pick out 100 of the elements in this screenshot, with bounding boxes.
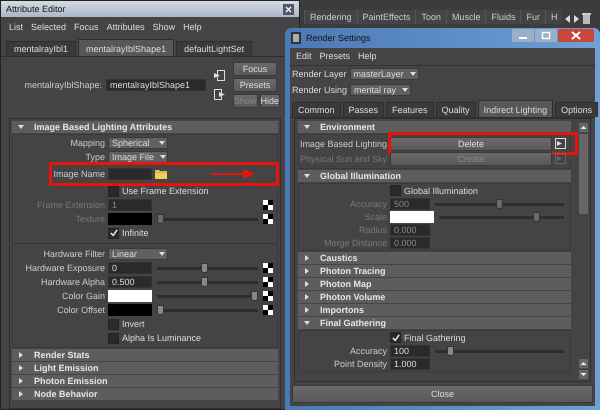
section-header[interactable]: Image Based Lighting Attributes <box>12 121 278 133</box>
checkbox[interactable] <box>108 228 119 238</box>
output-connection-icon[interactable] <box>214 89 225 100</box>
window-title: Render Settings <box>306 33 372 43</box>
maximize-icon[interactable] <box>535 28 557 42</box>
menu-item[interactable]: Help <box>358 51 377 61</box>
section-header[interactable]: Photon Volume <box>298 291 571 303</box>
text-field[interactable] <box>108 168 152 180</box>
window-title: Attribute Editor <box>6 4 66 14</box>
menu-item[interactable]: Show <box>152 22 176 32</box>
shelf-tab[interactable]: Fur <box>520 10 545 24</box>
field-label: Color Gain <box>62 291 105 301</box>
tab[interactable]: Passes <box>342 102 384 117</box>
section-header[interactable]: Light Emission <box>12 362 278 374</box>
tab[interactable]: mentalrayIbl1 <box>6 41 76 56</box>
menu-item[interactable]: Presets <box>320 51 350 61</box>
checkbox[interactable] <box>108 186 119 196</box>
field-label: Hardware Filter <box>43 249 105 259</box>
section-header[interactable]: Photon Tracing <box>298 265 571 277</box>
folder-icon[interactable] <box>155 169 167 179</box>
number-field[interactable]: 0.500 <box>108 276 152 288</box>
tab[interactable]: defaultLightSet <box>176 41 252 56</box>
app-icon[interactable] <box>291 32 301 44</box>
shelf-tab[interactable]: PaintEffects <box>356 10 416 24</box>
field-label: Image Name <box>53 169 105 179</box>
dropdown[interactable]: mental ray <box>350 84 412 96</box>
number-field[interactable]: 100 <box>390 344 430 356</box>
tab[interactable]: Options <box>555 102 598 117</box>
checker-icon[interactable] <box>263 277 273 287</box>
checker-icon[interactable] <box>263 263 273 273</box>
menu-item[interactable]: Focus <box>74 22 99 32</box>
shelf-tab[interactable]: Muscle <box>446 10 486 24</box>
checkbox[interactable] <box>108 332 119 344</box>
scrollbar-thumb[interactable] <box>579 134 588 214</box>
action-button[interactable]: Delete <box>390 136 552 150</box>
number-field[interactable]: 1.000 <box>390 358 430 370</box>
right-arrow-icon[interactable] <box>573 14 580 24</box>
dropdown[interactable]: Linear <box>108 248 168 260</box>
checkbox-label: Final Gathering <box>404 332 466 342</box>
field-label: Type <box>85 152 105 162</box>
pointer-arrow <box>211 169 255 179</box>
checkbox-label: Use Frame Extension <box>122 186 209 196</box>
close-icon[interactable] <box>283 4 294 14</box>
input-connection-icon[interactable] <box>214 70 225 81</box>
tab[interactable]: Common <box>292 102 341 117</box>
trash-icon[interactable] <box>582 13 592 24</box>
checker-icon[interactable] <box>263 291 273 301</box>
name-field[interactable]: mentalrayIblShape1 <box>106 79 206 91</box>
field-label: mentalrayIblShape: <box>24 80 102 90</box>
minimize-icon[interactable] <box>512 28 534 42</box>
checkbox[interactable] <box>108 318 119 330</box>
shelf-tab[interactable]: Fluids <box>485 10 520 24</box>
section-header[interactable]: Photon Map <box>298 278 571 290</box>
shelf-tab[interactable]: Rendering <box>304 10 357 24</box>
close-button[interactable]: Close <box>292 385 593 403</box>
tab[interactable]: mentalrayIblShape1 <box>78 39 174 56</box>
section-header[interactable]: Node Behavior <box>12 388 278 400</box>
section-header[interactable]: Final Gathering <box>298 317 571 329</box>
tab[interactable]: Features <box>386 102 434 117</box>
menu-item[interactable]: Help <box>183 22 202 32</box>
section-header[interactable]: Render Stats <box>12 349 278 361</box>
menu-item[interactable]: Attributes <box>106 22 145 32</box>
side-button[interactable]: Presets <box>233 78 277 92</box>
shelf-tab[interactable]: Toon <box>415 10 446 24</box>
left-arrow-icon[interactable] <box>564 14 572 24</box>
scroll-up-icon[interactable] <box>579 123 588 132</box>
checkbox-label: Alpha Is Luminance <box>122 333 202 343</box>
checkbox[interactable] <box>390 332 401 343</box>
scroll-down-icon[interactable] <box>579 370 588 379</box>
field-label: Render Using <box>292 85 348 95</box>
checkbox-label: Invert <box>122 319 145 329</box>
dropdown[interactable]: Image File <box>108 151 168 163</box>
field-label: Accuracy <box>350 346 387 356</box>
menu-item[interactable]: Edit <box>296 51 312 61</box>
dropdown[interactable]: Spherical <box>108 137 168 149</box>
checker-icon[interactable] <box>263 305 273 315</box>
tab[interactable]: Quality <box>436 102 476 117</box>
color-swatch[interactable] <box>108 290 152 302</box>
side-button[interactable]: Focus <box>233 62 277 76</box>
field-label: Mapping <box>70 138 105 148</box>
section-header[interactable]: Photon Emission <box>12 375 278 387</box>
menu-item[interactable]: List <box>9 22 24 32</box>
dropdown[interactable]: masterLayer <box>350 68 419 80</box>
menu-item[interactable]: Selected <box>31 22 66 32</box>
tab[interactable]: Indirect Lighting <box>478 100 554 117</box>
number-field[interactable]: 0 <box>108 262 152 274</box>
section-header[interactable]: Caustics <box>298 252 571 264</box>
shelf-tab[interactable]: H <box>544 10 562 24</box>
color-swatch[interactable] <box>108 304 152 316</box>
field-label: Render Layer <box>292 69 347 79</box>
field-label: Image Based Lighting <box>300 138 387 148</box>
section-header[interactable]: Global Illumination <box>298 170 571 182</box>
close-icon[interactable] <box>558 28 594 42</box>
field-label: Hardware Alpha <box>40 277 105 287</box>
scroll-up-icon[interactable] <box>579 359 588 368</box>
section-header[interactable]: Environment <box>298 121 571 133</box>
checkbox[interactable] <box>390 185 401 196</box>
section-header[interactable]: Importons <box>298 304 571 316</box>
small-button[interactable]: Hide <box>260 94 280 108</box>
field-label: Point Density <box>334 358 387 368</box>
